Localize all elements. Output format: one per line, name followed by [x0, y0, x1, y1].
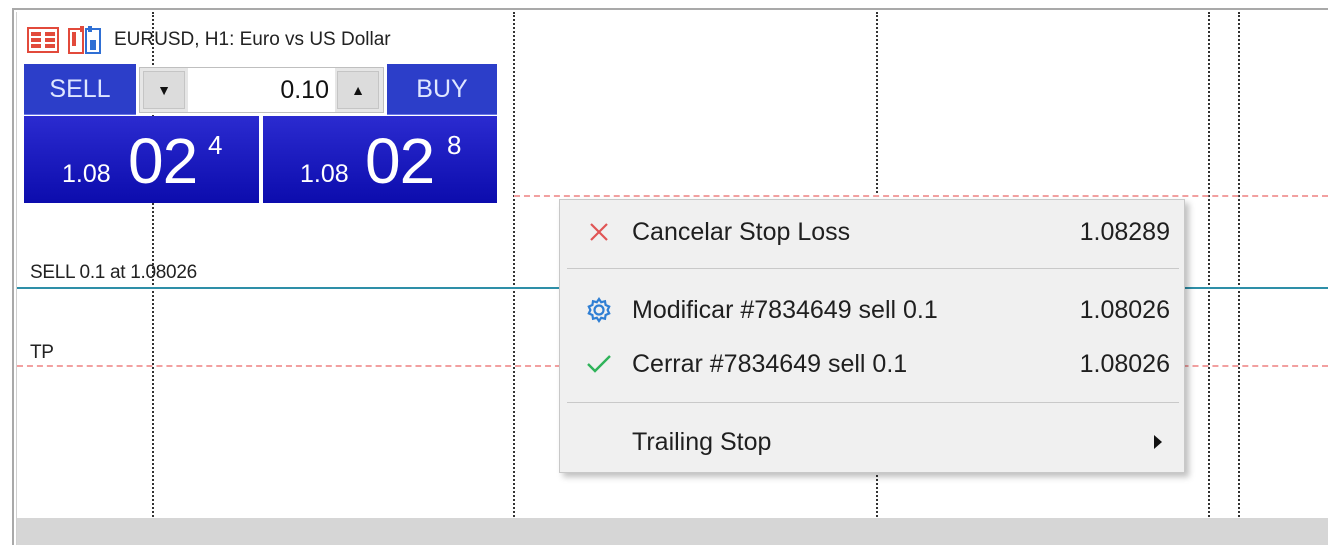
gear-icon — [584, 295, 614, 325]
one-click-trading-panel: SELL ▼ 0.10 ▲ BUY 1.08 02 4 1.08 02 8 — [24, 64, 497, 203]
lot-size-control: ▼ 0.10 ▲ — [139, 67, 384, 113]
sell-price-sup: 4 — [208, 130, 223, 160]
buy-price-button[interactable]: 1.08 02 8 — [263, 116, 497, 203]
sell-price-big: 02 — [128, 125, 198, 197]
check-icon — [584, 349, 614, 379]
chart-title: EURUSD, H1: Euro vs US Dollar — [114, 29, 391, 50]
chart-window: SELL 0.1 at 1.08026 TP EURUSD, H1: Euro … — [0, 0, 1328, 545]
grid-line — [513, 12, 515, 545]
lot-decrease-button[interactable]: ▼ — [143, 71, 185, 109]
grid-line — [1208, 12, 1210, 545]
menu-separator — [567, 402, 1179, 403]
chart-title-row: EURUSD, H1: Euro vs US Dollar — [26, 26, 391, 54]
trade-panel-icon[interactable] — [26, 26, 60, 54]
context-menu: Cancelar Stop Loss 1.08289 Modificar #78… — [559, 199, 1185, 473]
chevron-right-icon — [1154, 435, 1162, 449]
buy-price-sup: 8 — [447, 130, 462, 160]
tp-label: TP — [30, 342, 54, 363]
depth-of-market-icon[interactable] — [68, 26, 102, 54]
window-border-top — [12, 8, 1328, 10]
sell-button[interactable]: SELL — [24, 64, 136, 115]
menu-item-close[interactable]: Cerrar #7834649 sell 0.1 1.08026 — [564, 338, 1180, 390]
menu-item-trailing-stop[interactable]: Trailing Stop — [564, 416, 1180, 468]
lot-size-input[interactable]: 0.10 — [188, 68, 335, 112]
buy-button[interactable]: BUY — [387, 64, 497, 115]
sell-price-button[interactable]: 1.08 02 4 — [24, 116, 259, 203]
position-label: SELL 0.1 at 1.08026 — [30, 262, 197, 283]
buy-price-big: 02 — [365, 125, 435, 197]
menu-item-label: Cerrar #7834649 sell 0.1 — [632, 349, 908, 378]
menu-item-label: Modificar #7834649 sell 0.1 — [632, 295, 938, 324]
chevron-up-icon: ▲ — [351, 82, 365, 98]
menu-separator — [567, 268, 1179, 269]
menu-item-modify[interactable]: Modificar #7834649 sell 0.1 1.08026 — [564, 284, 1180, 336]
menu-item-label: Cancelar Stop Loss — [632, 217, 851, 246]
menu-item-value: 1.08026 — [1079, 349, 1170, 378]
buy-price-small: 1.08 — [300, 160, 349, 188]
menu-item-cancel-stop-loss[interactable]: Cancelar Stop Loss 1.08289 — [564, 206, 1180, 258]
lot-increase-button[interactable]: ▲ — [337, 71, 379, 109]
menu-item-value: 1.08289 — [1079, 217, 1170, 246]
chevron-down-icon: ▼ — [157, 82, 171, 98]
menu-item-value: 1.08026 — [1079, 295, 1170, 324]
sell-price-small: 1.08 — [62, 160, 111, 188]
window-border-inner — [16, 12, 17, 545]
menu-item-label: Trailing Stop — [632, 427, 772, 456]
stop-loss-line[interactable] — [514, 195, 1328, 197]
horizontal-scrollbar[interactable] — [17, 518, 1328, 545]
close-icon — [584, 217, 614, 247]
window-border-left — [12, 8, 14, 545]
grid-line — [1238, 12, 1240, 545]
